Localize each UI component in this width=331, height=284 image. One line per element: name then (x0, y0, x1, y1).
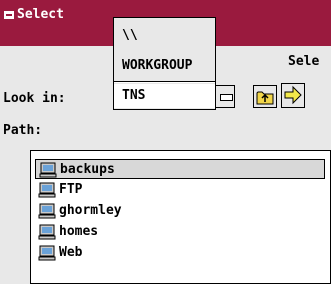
list-item-label: FTP (59, 182, 83, 197)
list-item-label: Web (59, 245, 83, 260)
arrow-right-icon (284, 85, 302, 105)
dropdown-option-label: \\ (122, 28, 138, 43)
list-item[interactable]: backups (35, 159, 325, 179)
computer-icon (39, 162, 57, 178)
dropdown-option-selected[interactable]: TNS (114, 84, 215, 108)
list-item[interactable]: ghormley (35, 201, 325, 221)
list-item-label: ghormley (59, 203, 122, 218)
up-folder-button[interactable] (253, 85, 277, 108)
window-title: Select (17, 7, 64, 22)
look-in-label: Look in: (3, 91, 66, 106)
dropdown-option[interactable]: \\ (114, 24, 215, 48)
toggle-view-button[interactable] (215, 85, 235, 108)
window-menu-icon[interactable] (4, 11, 14, 19)
folder-up-icon (256, 91, 274, 105)
computer-icon (38, 224, 56, 240)
path-label: Path: (3, 123, 43, 138)
dropdown-option-label: WORKGROUP (122, 58, 193, 73)
select-hint-label: Sele (288, 54, 320, 69)
go-button[interactable] (281, 83, 305, 108)
computer-icon (38, 203, 56, 219)
dropdown-divider-highlight (114, 82, 215, 83)
list-item[interactable]: FTP (35, 180, 325, 200)
dropdown-option-label: TNS (122, 88, 146, 103)
look-in-dropdown-menu[interactable]: \\ WORKGROUP TNS (113, 17, 216, 110)
select-dialog: Select Sele Look in: Path: backups FTP g… (0, 0, 331, 284)
list-item-label: homes (59, 224, 99, 239)
list-item[interactable]: homes (35, 222, 325, 242)
file-list[interactable]: backups FTP ghormley homes Web (30, 150, 331, 284)
dropdown-option[interactable]: WORKGROUP (114, 54, 215, 78)
list-item-label: backups (60, 162, 115, 177)
list-item[interactable]: Web (35, 243, 325, 263)
computer-icon (38, 245, 56, 261)
computer-icon (38, 182, 56, 198)
